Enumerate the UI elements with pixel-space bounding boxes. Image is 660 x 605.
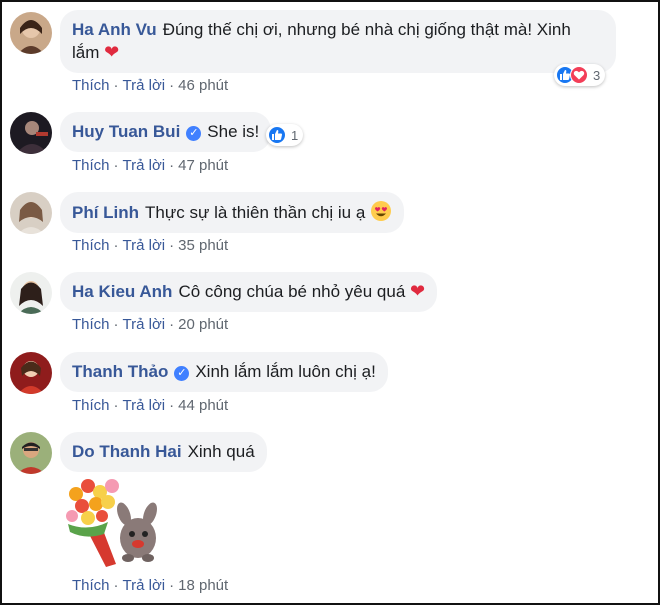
author-name[interactable]: Ha Kieu Anh (72, 282, 172, 301)
separator: · (169, 77, 175, 94)
separator: · (169, 316, 175, 333)
timestamp[interactable]: 35 phút (178, 237, 228, 254)
separator: · (169, 237, 175, 254)
avatar[interactable] (10, 192, 52, 234)
separator: · (169, 397, 175, 414)
heart-eyes-emoji-icon (371, 201, 392, 221)
comment-text: Xinh lắm lắm luôn chị ạ! (195, 362, 376, 381)
reply-link[interactable]: Trả lời (123, 316, 166, 333)
like-link[interactable]: Thích (72, 316, 110, 333)
separator: · (113, 577, 119, 594)
like-link[interactable]: Thích (72, 237, 110, 254)
comment-text: Cô công chúa bé nhỏ yêu quá (178, 282, 406, 301)
heart-emoji-icon: ❤ (104, 42, 120, 62)
flower-bouquet-bunny-sticker[interactable] (58, 472, 168, 572)
reaction-summary[interactable]: 3 (554, 64, 606, 86)
separator: · (113, 316, 119, 333)
comment-actions: Thích · Trả lời · 35 phút (72, 237, 228, 254)
separator: · (169, 577, 175, 594)
comment-bubble: Do Thanh Hai Xinh quá (60, 432, 267, 472)
comment-actions: Thích · Trả lời · 18 phút (72, 577, 228, 594)
verified-badge-icon: ✓ (186, 126, 202, 141)
like-icon (268, 126, 286, 144)
separator: · (113, 157, 119, 174)
avatar[interactable] (10, 112, 52, 154)
comment-actions: Thích · Trả lời · 47 phút (72, 157, 228, 174)
love-icon (570, 66, 588, 84)
like-link[interactable]: Thích (72, 157, 110, 174)
author-name[interactable]: Ha Anh Vu (72, 20, 157, 39)
timestamp[interactable]: 44 phút (178, 397, 228, 414)
avatar[interactable] (10, 12, 52, 54)
comment-actions: Thích · Trả lời · 46 phút (72, 77, 228, 94)
avatar[interactable] (10, 352, 52, 394)
timestamp[interactable]: 18 phút (178, 577, 228, 594)
timestamp[interactable]: 47 phút (178, 157, 228, 174)
author-name[interactable]: Do Thanh Hai (72, 442, 182, 461)
reply-link[interactable]: Trả lời (123, 577, 166, 594)
avatar[interactable] (10, 432, 52, 474)
reaction-count: 3 (593, 67, 601, 83)
avatar[interactable] (10, 272, 52, 314)
timestamp[interactable]: 46 phút (178, 77, 228, 94)
like-link[interactable]: Thích (72, 397, 110, 414)
separator: · (113, 397, 119, 414)
reply-link[interactable]: Trả lời (123, 157, 166, 174)
author-name[interactable]: Huy Tuan Bui (72, 122, 180, 141)
verified-badge-icon: ✓ (174, 366, 190, 381)
comment-text: She is! (207, 122, 260, 141)
separator: · (113, 77, 119, 94)
comment-bubble: Phí Linh Thực sự là thiên thần chị iu ạ (60, 192, 405, 233)
heart-emoji-icon: ❤ (410, 281, 426, 301)
author-name[interactable]: Thanh Thảo (72, 362, 168, 381)
reply-link[interactable]: Trả lời (123, 77, 166, 94)
timestamp[interactable]: 20 phút (178, 316, 228, 333)
like-link[interactable]: Thích (72, 577, 110, 594)
reply-link[interactable]: Trả lời (123, 237, 166, 254)
comment-bubble: Huy Tuan Bui ✓ She is! (60, 112, 272, 152)
comment-text: Xinh quá (187, 442, 255, 461)
comment-bubble: Ha Anh Vu Đúng thế chị ơi, nhưng bé nhà c… (60, 10, 616, 73)
separator: · (113, 237, 119, 254)
reaction-count: 1 (291, 127, 299, 143)
like-link[interactable]: Thích (72, 77, 110, 94)
comment-actions: Thích · Trả lời · 20 phút (72, 316, 228, 333)
comment-text: Đúng thế chị ơi, nhưng bé nhà chị giống … (162, 20, 571, 39)
comment-actions: Thích · Trả lời · 44 phút (72, 397, 228, 414)
comment-text-line2: lắm (72, 43, 100, 62)
comments-panel: Ha Anh Vu Đúng thế chị ơi, nhưng bé nhà c… (0, 0, 660, 605)
reply-link[interactable]: Trả lời (123, 397, 166, 414)
comment-bubble: Thanh Thảo ✓ Xinh lắm lắm luôn chị ạ! (60, 352, 388, 392)
reaction-summary[interactable]: 1 (266, 124, 304, 146)
comment-bubble: Ha Kieu Anh Cô công chúa bé nhỏ yêu quá ❤ (60, 272, 438, 312)
comment-text: Thực sự là thiên thần chị iu ạ (145, 203, 366, 222)
author-name[interactable]: Phí Linh (72, 203, 139, 222)
separator: · (169, 157, 175, 174)
